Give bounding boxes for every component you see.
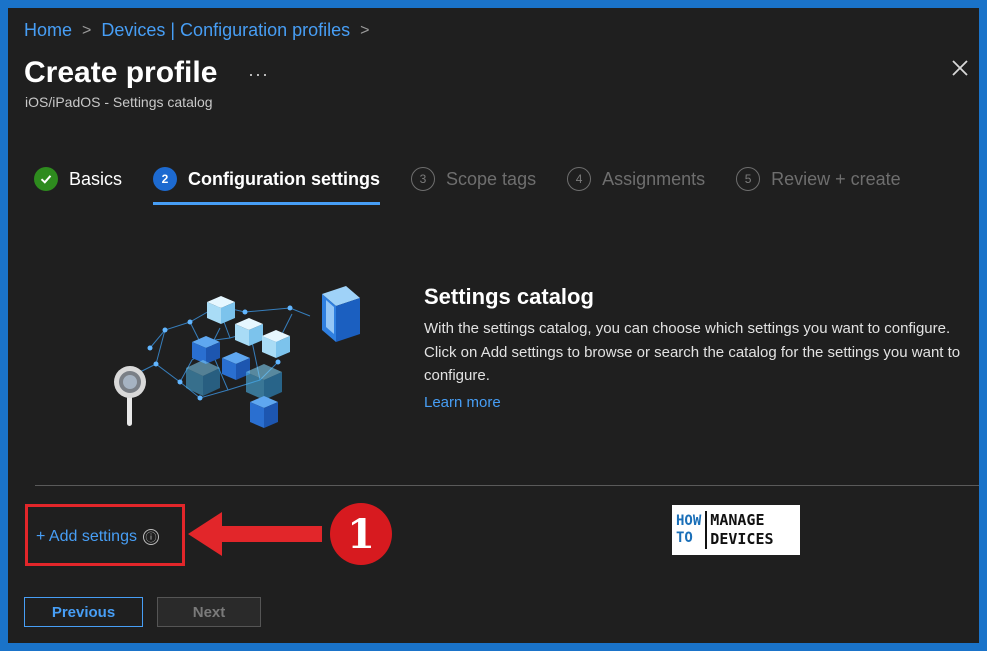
step-label: Review + create [771, 168, 901, 189]
settings-catalog-description: With the settings catalog, you can choos… [424, 320, 961, 384]
left-arrow-icon [188, 512, 322, 556]
learn-more-link[interactable]: Learn more [424, 394, 501, 411]
step-label: Scope tags [446, 168, 537, 189]
tab-assignments[interactable]: 4 Assignments [567, 162, 705, 196]
tab-scope-tags[interactable]: 3 Scope tags [411, 162, 536, 196]
previous-button[interactable]: Previous [24, 597, 143, 627]
tab-basics[interactable]: Basics [34, 162, 122, 196]
settings-catalog-heading: Settings catalog [424, 284, 594, 309]
step-number-icon: 2 [153, 167, 178, 191]
step-callout-badge: 1 [330, 503, 392, 565]
breadcrumb: Home > Devices | Configuration profiles … [24, 20, 380, 41]
wizard-steps: Basics 2 Configuration settings 3 Scope … [34, 162, 932, 206]
checkmark-icon [34, 167, 58, 191]
step-label: Basics [69, 168, 123, 189]
add-settings-label: + Add settings [36, 528, 137, 545]
info-icon[interactable]: ⓘ [142, 529, 159, 545]
logo-manage-devices: MANAGE DEVICES [705, 511, 774, 549]
create-profile-blade: Home > Devices | Configuration profiles … [8, 8, 979, 643]
step-number-icon: 5 [736, 167, 761, 191]
next-button[interactable]: Next [157, 597, 261, 627]
page-subtitle: iOS/iPadOS - Settings catalog [25, 94, 213, 110]
tab-configuration-settings[interactable]: 2 Configuration settings [153, 162, 381, 205]
tab-review-create[interactable]: 5 Review + create [736, 162, 901, 196]
step-label: Configuration settings [188, 168, 381, 189]
breadcrumb-separator: > [360, 21, 370, 39]
step-number-icon: 3 [411, 167, 436, 191]
step-label: Assignments [602, 168, 706, 189]
more-options-button[interactable]: ··· [248, 64, 269, 85]
how-to-manage-devices-logo: HOW TO MANAGE DEVICES [672, 505, 800, 555]
divider [35, 485, 979, 486]
page-title: Create profile [24, 56, 218, 89]
close-icon[interactable] [948, 56, 972, 80]
breadcrumb-separator: > [82, 21, 92, 39]
logo-how-to: HOW TO [676, 513, 702, 546]
breadcrumb-home[interactable]: Home [24, 20, 72, 41]
settings-catalog-cubes-illustration [114, 286, 360, 428]
add-settings-link[interactable]: + Add settings ⓘ [36, 528, 159, 546]
breadcrumb-configuration-profiles[interactable]: Devices | Configuration profiles [101, 20, 350, 41]
step-number-icon: 4 [567, 167, 592, 191]
